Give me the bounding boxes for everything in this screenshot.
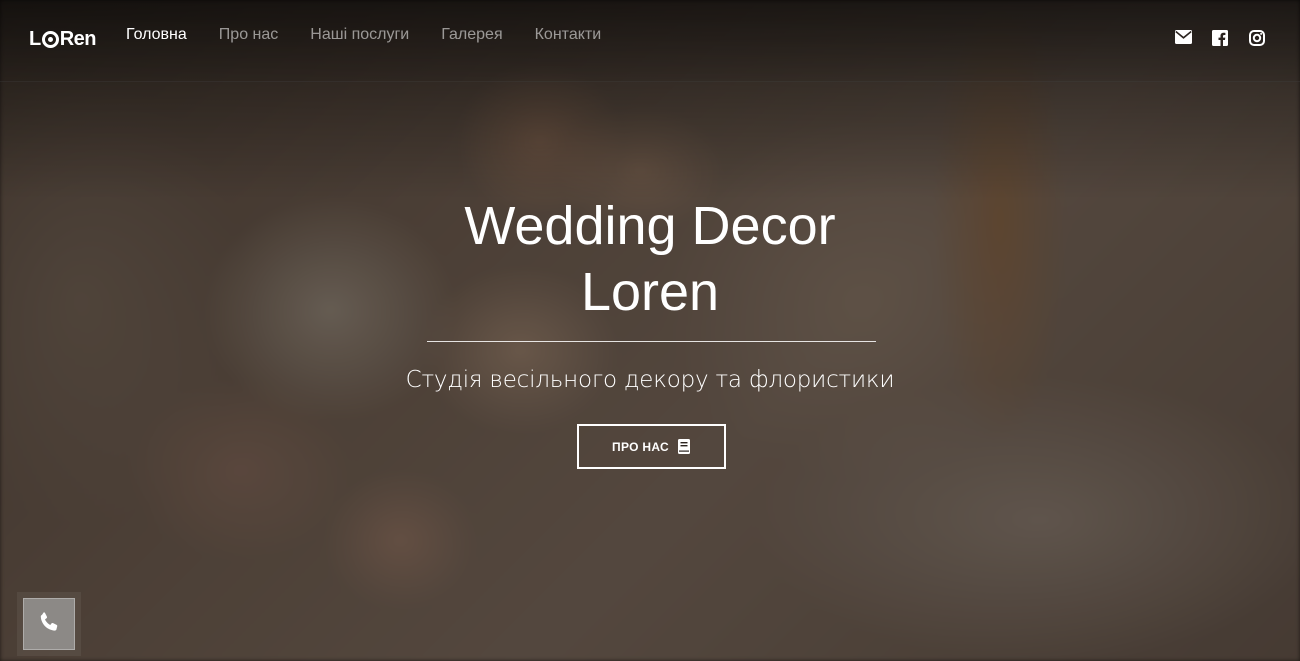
hero-divider: [427, 341, 876, 342]
about-button-label: ПРО НАС: [612, 439, 669, 454]
hero-section: Wedding Decor Loren Студія весільного де…: [0, 0, 1300, 661]
phone-icon: [37, 610, 61, 639]
hero-subtitle: Студія весільного декору та флористики: [405, 367, 895, 393]
hero-title-line2: Loren: [580, 262, 720, 322]
hero-title: Wedding Decor Loren: [0, 193, 1300, 325]
call-button[interactable]: [23, 598, 75, 650]
book-icon: [677, 439, 691, 454]
hero-title-line1: Wedding Decor: [464, 196, 836, 256]
about-button[interactable]: ПРО НАС: [577, 424, 726, 469]
